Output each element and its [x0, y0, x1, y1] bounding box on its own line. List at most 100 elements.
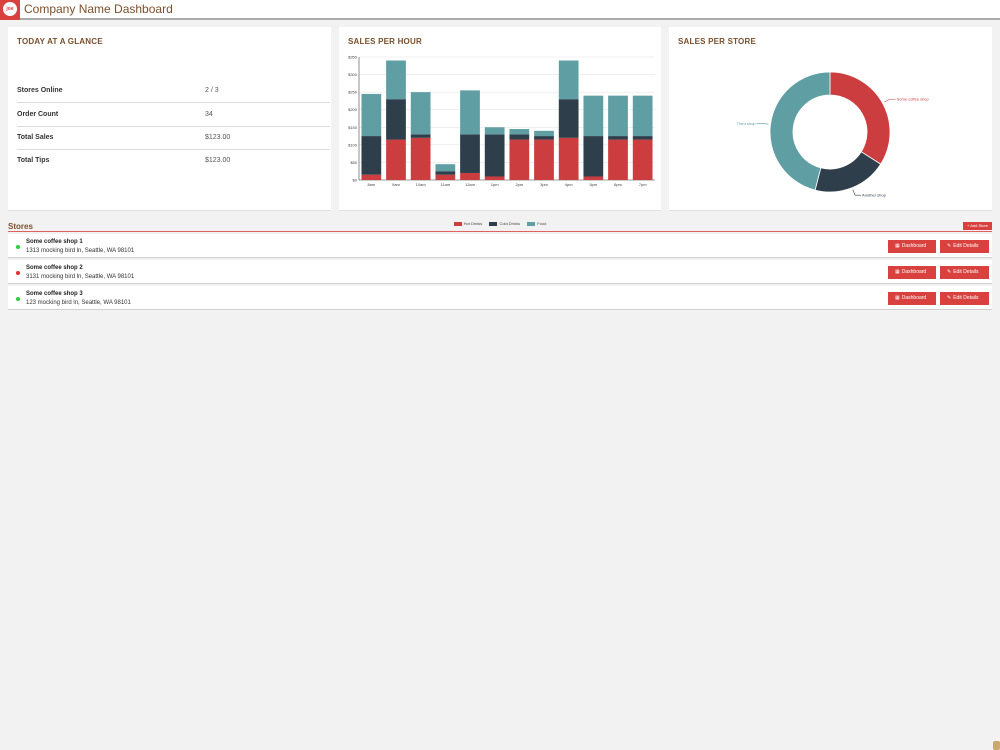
y-tick-label: $150	[348, 125, 358, 130]
x-tick-label: 10am	[416, 182, 427, 187]
bar-segment	[361, 93, 382, 137]
legend-item: Hot Drinks	[453, 221, 483, 226]
bar-segment	[435, 164, 456, 172]
dashboard-button-label: Dashboard	[901, 243, 927, 249]
dashboard-button-label: Dashboard	[901, 269, 927, 275]
bar-segment	[534, 130, 554, 137]
x-tick-label: 6pm	[614, 182, 622, 187]
store-address: 1313 mocking bird ln, Seattle, WA 98101	[26, 248, 135, 254]
dashboard-button-label: Dashboard	[901, 295, 927, 301]
sales-per-hour-chart: $0 $50 $100 $150 $200 $250 $300 $350 8am 9am 10am 1…	[348, 55, 655, 187]
bar-segment	[534, 136, 554, 140]
bar-segment	[632, 95, 653, 137]
bar-segment	[484, 127, 505, 135]
legend-item: Food	[527, 221, 546, 226]
sales-per-store-chart: Some coffee shop Another shop Third shop	[737, 71, 930, 198]
logo[interactable]: joe	[0, 0, 20, 20]
bar-segment	[435, 171, 456, 175]
divider	[8, 231, 992, 232]
dashboard-button[interactable]: ▦ Dashboard	[888, 292, 936, 305]
glance-label: Order Count	[17, 111, 59, 118]
x-tick-label: 11am	[440, 182, 450, 187]
y-tick-label: $50	[350, 160, 357, 165]
bar-segment	[583, 136, 604, 177]
donut-slice	[829, 71, 891, 165]
donut-slice	[814, 151, 882, 193]
glance-label: Stores Online	[17, 87, 63, 94]
sales-per-hour-card: SALES PER HOUR $0 $50 $100 $150 $200 $250 $300…	[339, 27, 661, 226]
bar-segment	[410, 134, 431, 138]
resize-handle[interactable]	[993, 741, 1000, 750]
label-leader	[852, 189, 862, 196]
glance-row-total-tips: Total Tips $123.00	[17, 149, 330, 173]
bar-segment	[608, 95, 628, 137]
store-row: Some coffee shop 1 1313 mocking bird ln,…	[8, 234, 992, 258]
bar-segment	[460, 134, 480, 173]
grid-icon: ▦	[895, 295, 900, 301]
bar-segment	[534, 139, 554, 180]
add-store-button[interactable]: + Add Store	[963, 222, 992, 230]
bar-segment	[558, 99, 579, 138]
bar-segment	[386, 139, 406, 180]
grid-icon: ▦	[895, 269, 900, 275]
bar-segment	[583, 176, 604, 180]
coffee-logo-icon: joe	[3, 2, 17, 16]
bar-segment	[484, 134, 505, 177]
legend-label: Cold Drinks	[499, 221, 521, 226]
label-leader	[884, 98, 896, 103]
bar-segment	[583, 95, 604, 137]
bar-segment	[632, 136, 653, 140]
store-address: 123 mocking bird ln, Seattle, WA 98101	[26, 300, 131, 306]
bar-segment	[361, 174, 382, 180]
x-tick-label: 9am	[392, 182, 400, 187]
bar-segment	[558, 60, 579, 100]
sales-per-store-card: SALES PER STORE Some coffee shop Another …	[669, 27, 992, 211]
card-title: TODAY AT A GLANCE	[17, 37, 103, 46]
edit-button-label: Edit Details	[953, 295, 979, 301]
pencil-icon: ✎	[947, 269, 952, 275]
y-tick-label: $350	[348, 55, 358, 60]
dashboard-button[interactable]: ▦ Dashboard	[888, 266, 936, 279]
legend-swatch	[453, 221, 462, 226]
slice-label: Some coffee shop	[897, 97, 930, 102]
store-name: Some coffee shop 1	[26, 239, 83, 245]
x-tick-label: 5pm	[589, 182, 597, 187]
edit-details-button[interactable]: ✎ Edit Details	[940, 240, 989, 253]
edit-button-label: Edit Details	[953, 269, 979, 275]
chart-legend: Hot Drinks Cold Drinks Food	[339, 221, 661, 231]
grid-icon: ▦	[895, 243, 900, 249]
legend-label: Hot Drinks	[463, 221, 483, 226]
glance-value: 34	[205, 111, 213, 118]
slice-label: Another shop	[862, 193, 887, 198]
y-tick-label: $0	[353, 178, 358, 183]
edit-details-button[interactable]: ✎ Edit Details	[940, 292, 989, 305]
glance-row-order-count: Order Count 34	[17, 103, 330, 127]
edit-button-label: Edit Details	[953, 243, 979, 249]
bar-segment	[386, 60, 406, 100]
y-tick-label: $250	[348, 90, 358, 95]
glance-value: $123.00	[205, 157, 231, 164]
glance-label: Total Tips	[17, 157, 50, 164]
x-tick-label: 3pm	[540, 182, 548, 187]
bar-segment	[608, 139, 628, 180]
page-title: Company Name Dashboard	[24, 2, 173, 16]
pencil-icon: ✎	[947, 243, 952, 249]
glance-row-stores-online: Stores Online 2 / 3	[17, 79, 330, 103]
bar-segment	[484, 176, 505, 180]
glance-row-total-sales: Total Sales $123.00	[17, 126, 330, 150]
pencil-icon: ✎	[947, 295, 952, 301]
bar-segment	[410, 92, 431, 135]
store-row: Some coffee shop 2 3131 mocking bird ln,…	[8, 260, 992, 284]
bar-segment	[386, 99, 406, 140]
bar-segment	[460, 90, 480, 135]
x-tick-label: 4pm	[565, 182, 573, 187]
bar-segment	[632, 139, 653, 180]
x-tick-label: 7pm	[639, 182, 647, 187]
x-tick-label: 2pm	[515, 182, 523, 187]
bar-segment	[509, 134, 530, 140]
bar-segment	[460, 172, 480, 180]
bar-segment	[435, 174, 456, 180]
edit-details-button[interactable]: ✎ Edit Details	[940, 266, 989, 279]
slice-label: Third shop	[737, 121, 757, 126]
dashboard-button[interactable]: ▦ Dashboard	[888, 240, 936, 253]
